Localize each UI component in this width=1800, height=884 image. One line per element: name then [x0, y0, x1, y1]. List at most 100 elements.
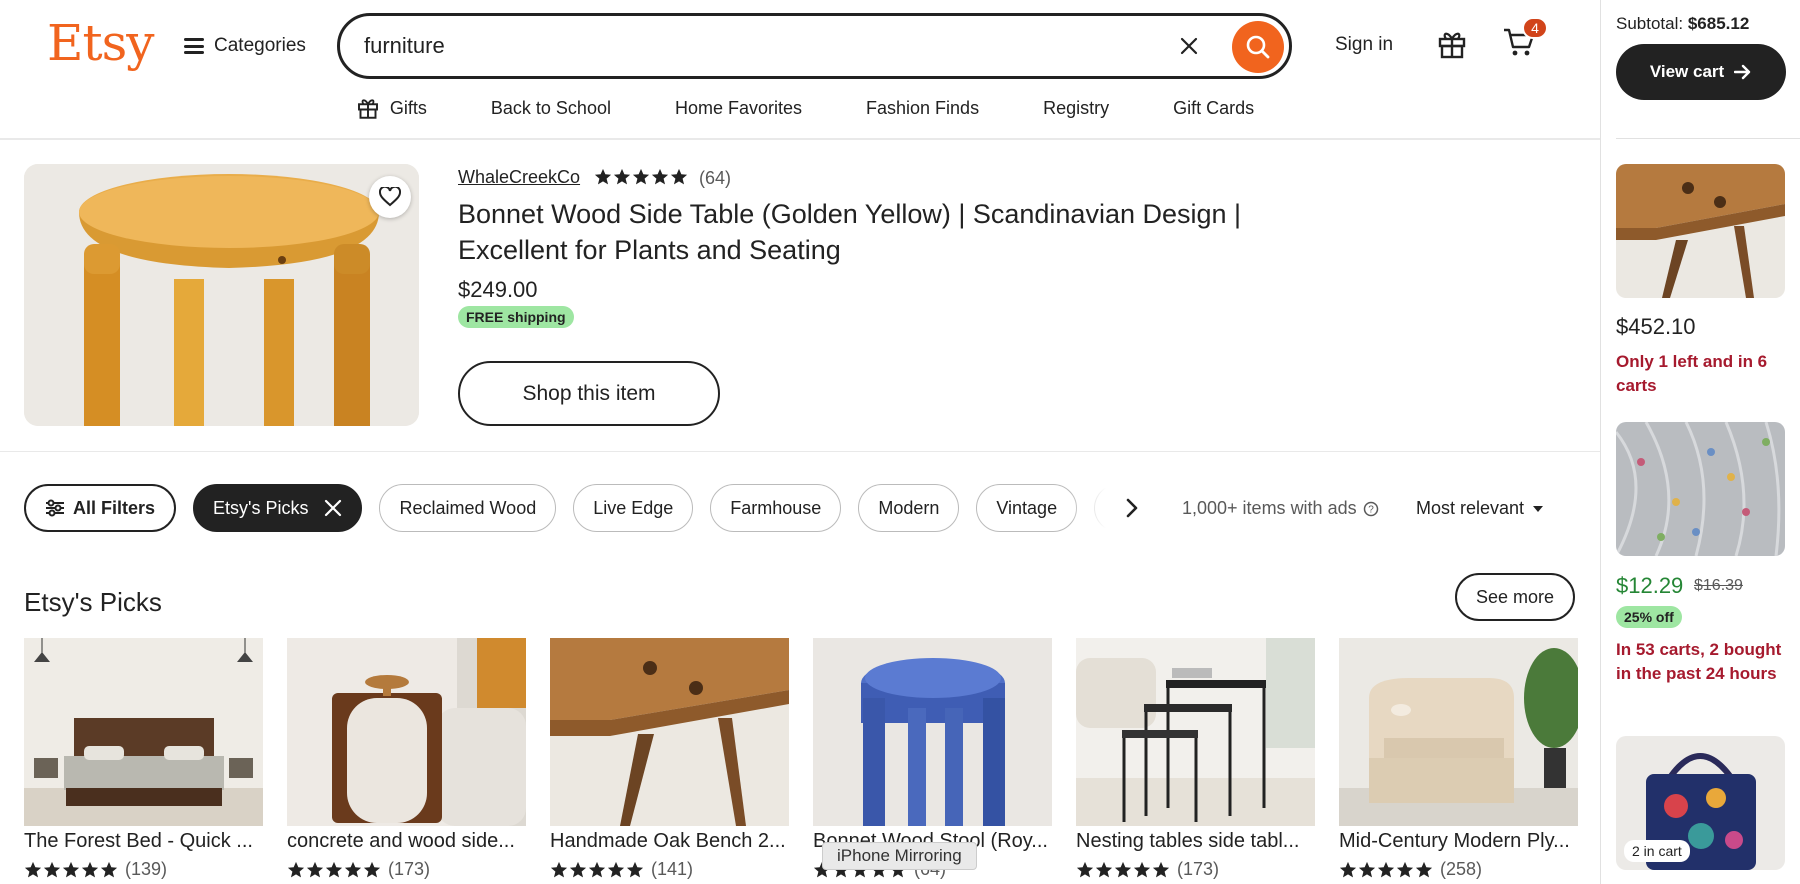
review-count: (139)	[125, 859, 168, 879]
sort-dropdown[interactable]: Most relevant	[1416, 498, 1544, 519]
star-icon	[569, 861, 587, 877]
featured-product-image[interactable]	[24, 164, 419, 426]
filter-chip-reclaimed-wood[interactable]: Reclaimed Wood	[379, 484, 557, 532]
listing-card[interactable]: The Forest Bed - Quick ... (139)	[24, 638, 263, 880]
star-icon	[1377, 861, 1395, 877]
info-icon: ?	[1363, 501, 1378, 516]
subtotal-label: Subtotal:	[1616, 14, 1684, 33]
star-icon	[363, 861, 381, 877]
listing-image[interactable]	[24, 638, 263, 826]
star-icon	[1339, 861, 1357, 877]
star-icon	[588, 861, 606, 877]
star-icon	[43, 861, 61, 877]
star-icon	[81, 861, 99, 877]
star-icon	[62, 861, 80, 877]
chevron-right-icon[interactable]	[1117, 493, 1147, 523]
caret-down-icon	[1533, 505, 1544, 512]
active-filter-chip[interactable]: Etsy's Picks	[193, 484, 363, 532]
star-icon	[344, 861, 362, 877]
view-cart-button[interactable]: View cart	[1616, 44, 1786, 100]
picks-carousel: The Forest Bed - Quick ... (139) concret…	[24, 638, 1578, 880]
listing-card[interactable]: Handmade Oak Bench 2... (141)	[550, 638, 789, 880]
results-text: 1,000+ items with ads	[1182, 498, 1357, 518]
in-cart-badge: 2 in cart	[1624, 840, 1690, 862]
sign-in-link[interactable]: Sign in	[1335, 34, 1393, 56]
section-divider	[0, 451, 1600, 452]
subnav-home-favorites[interactable]: Home Favorites	[675, 92, 802, 124]
etsy-logo[interactable]: Etsy	[47, 14, 154, 72]
star-icon	[1076, 861, 1094, 877]
listing-rating: (173)	[287, 859, 526, 880]
listing-image[interactable]	[287, 638, 526, 826]
star-icon	[1133, 861, 1151, 877]
listing-image[interactable]	[1339, 638, 1578, 826]
main-content: Etsy Categories Sign in 4 Gifts Back to …	[0, 0, 1600, 884]
star-icon	[613, 168, 631, 185]
featured-product-price: $249.00	[458, 277, 538, 302]
search-button[interactable]	[1232, 21, 1284, 73]
see-more-button[interactable]: See more	[1455, 573, 1575, 621]
header-divider	[0, 138, 1600, 140]
cart-subtotal: Subtotal: $685.12	[1616, 14, 1749, 34]
star-icon	[100, 861, 118, 877]
star-icon	[550, 861, 568, 877]
cart-item-image[interactable]: 2 in cart	[1616, 736, 1785, 870]
star-icon	[594, 168, 612, 185]
active-filter-label: Etsy's Picks	[213, 497, 309, 518]
star-icon	[626, 861, 644, 877]
results-count: 1,000+ items with ads ?	[1182, 498, 1379, 519]
review-count: (258)	[1440, 859, 1483, 879]
listing-card[interactable]: concrete and wood side... (173)	[287, 638, 526, 880]
cart-item-scarcity-note: Only 1 left and in 6 carts	[1616, 352, 1768, 395]
listing-title[interactable]: Mid-Century Modern Ply...	[1339, 830, 1578, 853]
listing-rating: (173)	[1076, 859, 1315, 880]
search-input[interactable]	[364, 33, 1164, 59]
subnav-back-to-school[interactable]: Back to School	[491, 92, 611, 124]
filter-chip-farmhouse[interactable]: Farmhouse	[710, 484, 842, 532]
shop-this-item-button[interactable]: Shop this item	[458, 361, 720, 426]
star-icon	[1358, 861, 1376, 877]
listing-title[interactable]: Nesting tables side tabl...	[1076, 830, 1315, 853]
system-tooltip: iPhone Mirroring	[822, 842, 977, 870]
menu-icon	[184, 38, 204, 54]
listing-card[interactable]: Nesting tables side tabl... (173)	[1076, 638, 1315, 880]
listing-image[interactable]	[550, 638, 789, 826]
cart-item-image[interactable]	[1616, 422, 1785, 556]
listing-rating: (139)	[24, 859, 263, 880]
subnav-registry[interactable]: Registry	[1043, 92, 1109, 124]
filter-chip-modern[interactable]: Modern	[858, 484, 960, 532]
featured-product-title[interactable]: Bonnet Wood Side Table (Golden Yellow) |…	[458, 196, 1338, 268]
search-icon	[1246, 35, 1270, 59]
shop-name-link[interactable]: WhaleCreekCo	[458, 167, 580, 188]
filter-chip-live-edge[interactable]: Live Edge	[573, 484, 694, 532]
subnav-gifts[interactable]: Gifts	[356, 92, 427, 124]
star-icon	[607, 861, 625, 877]
listing-card[interactable]: Mid-Century Modern Ply... (258)	[1339, 638, 1578, 880]
cart-item-price: $452.10	[1616, 314, 1696, 339]
cart-item-image[interactable]	[1616, 164, 1785, 298]
cart-side-rail: Subtotal: $685.12 View cart $452.10 Only…	[1600, 0, 1800, 884]
clear-search-icon[interactable]	[1173, 30, 1205, 62]
review-count: (173)	[388, 859, 431, 879]
listing-title[interactable]: The Forest Bed - Quick ...	[24, 830, 263, 853]
subnav-fashion-finds[interactable]: Fashion Finds	[866, 92, 979, 124]
cart-item-sale-price: $12.29	[1616, 573, 1684, 598]
subnav-gift-cards[interactable]: Gift Cards	[1173, 92, 1254, 124]
arrow-right-icon	[1734, 64, 1751, 80]
listing-title[interactable]: concrete and wood side...	[287, 830, 526, 853]
svg-text:?: ?	[1368, 504, 1374, 515]
listing-rating: (258)	[1339, 859, 1578, 880]
listing-title[interactable]: Handmade Oak Bench 2...	[550, 830, 789, 853]
star-icon	[651, 168, 669, 185]
review-count: (141)	[651, 859, 694, 879]
listing-rating: (141)	[550, 859, 789, 880]
listing-image[interactable]	[813, 638, 1052, 826]
all-filters-button[interactable]: All Filters	[24, 484, 177, 532]
gift-icon[interactable]	[1436, 28, 1468, 65]
filter-chip-vintage[interactable]: Vintage	[976, 484, 1078, 532]
listing-image[interactable]	[1076, 638, 1315, 826]
star-icon	[287, 861, 305, 877]
favorite-button[interactable]	[369, 176, 411, 218]
categories-button[interactable]: Categories	[184, 28, 306, 64]
filter-sliders-icon	[46, 499, 64, 517]
